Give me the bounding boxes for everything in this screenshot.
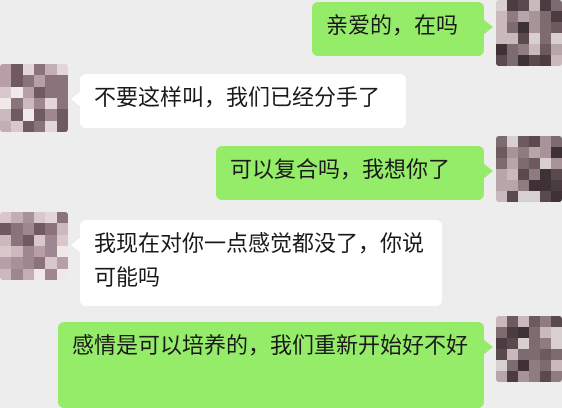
outgoing-message-bubble[interactable]: 亲爱的，在吗: [312, 2, 493, 56]
message-text: 感情是可以培养的，我们重新开始好不好: [72, 334, 469, 359]
outgoing-message-bubble[interactable]: 可以复合吗，我想你了: [216, 146, 493, 200]
self-avatar[interactable]: [496, 316, 562, 382]
self-avatar[interactable]: [496, 136, 562, 202]
contact-avatar[interactable]: [0, 64, 68, 132]
message-text: 可以复合吗，我想你了: [230, 158, 451, 183]
contact-avatar[interactable]: [0, 212, 68, 280]
incoming-message-bubble[interactable]: 我现在对你一点感觉都没了，你说可能吗: [71, 220, 442, 306]
incoming-message-bubble[interactable]: 不要这样叫，我们已经分手了: [71, 74, 406, 128]
message-text: 亲爱的，在吗: [326, 14, 459, 39]
self-avatar[interactable]: [496, 0, 562, 66]
outgoing-message-bubble[interactable]: 感情是可以培养的，我们重新开始好不好: [58, 322, 493, 408]
chat-window: 亲爱的，在吗 不要这样叫，我们已经分手了 可以复合吗，我想你了 我现在对你一点感…: [0, 0, 562, 408]
message-text: 我现在对你一点感觉都没了，你说可能吗: [94, 232, 425, 291]
message-text: 不要这样叫，我们已经分手了: [94, 86, 381, 111]
